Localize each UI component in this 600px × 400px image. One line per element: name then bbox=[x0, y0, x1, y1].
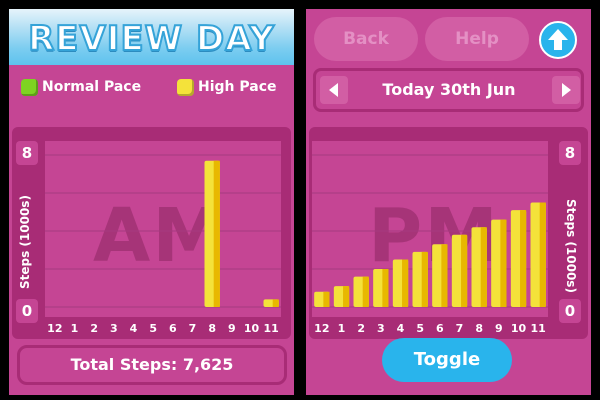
title-banner: REVIEW DAY bbox=[9, 9, 294, 65]
help-button[interactable]: Help bbox=[425, 17, 529, 61]
bar-12 bbox=[314, 291, 330, 307]
bar-shade bbox=[362, 276, 369, 307]
bar-shade bbox=[520, 210, 527, 307]
bar-10 bbox=[510, 210, 527, 307]
bar-shade bbox=[539, 202, 546, 307]
total-steps-panel: Total Steps: 7,625 bbox=[17, 345, 287, 385]
x-tick-label: 1 bbox=[70, 322, 79, 335]
legend-label: High Pace bbox=[198, 79, 277, 95]
x-tick-label: 4 bbox=[396, 322, 405, 335]
bar-shade bbox=[441, 244, 448, 307]
x-tick-label: 8 bbox=[208, 322, 216, 335]
bar-5 bbox=[412, 251, 428, 307]
bar-4 bbox=[392, 259, 409, 307]
bar-11 bbox=[263, 299, 279, 307]
bar-shade bbox=[343, 286, 350, 307]
x-tick-label: 11 bbox=[263, 322, 279, 335]
x-tick-label: 2 bbox=[90, 322, 98, 335]
review-day-screen: REVIEW DAY Normal Pace High Pace 8 0 Ste… bbox=[9, 9, 294, 395]
x-tick-label: 6 bbox=[169, 322, 177, 335]
bar-8 bbox=[204, 160, 220, 307]
bar-1 bbox=[333, 286, 350, 307]
normal-pace-swatch bbox=[21, 78, 38, 96]
bar-6 bbox=[432, 244, 448, 307]
bar-shade bbox=[461, 234, 468, 307]
plot-area: AM bbox=[45, 141, 281, 317]
x-tick-label: 10 bbox=[510, 322, 527, 335]
pm-chart-screen: Back Help Today 30th Jun 8 0 Steps (1000… bbox=[306, 9, 591, 395]
bars-layer bbox=[312, 154, 548, 308]
bar-shade bbox=[382, 269, 389, 307]
legend-label: Normal Pace bbox=[42, 79, 142, 95]
bar-shade bbox=[323, 291, 330, 307]
x-tick-label: 8 bbox=[475, 322, 483, 335]
x-tick-label: 4 bbox=[129, 322, 138, 335]
prev-day-button[interactable] bbox=[320, 76, 348, 104]
legend-high-pace: High Pace bbox=[177, 76, 277, 98]
y-tick-min: 0 bbox=[16, 299, 38, 323]
am-steps-chart: 8 0 Steps (1000s) AM 12 1 2 3 4 5 6 7 8 9 10 11 bbox=[12, 127, 291, 339]
next-day-button[interactable] bbox=[552, 76, 580, 104]
up-arrow-icon[interactable] bbox=[539, 21, 577, 59]
x-tick-label: 9 bbox=[228, 322, 236, 335]
y-tick-max: 8 bbox=[559, 141, 581, 165]
bar-shade bbox=[421, 251, 428, 307]
bar-shade bbox=[272, 299, 279, 307]
bar-shade bbox=[402, 259, 409, 307]
y-tick-min: 0 bbox=[559, 299, 581, 323]
bars-layer bbox=[45, 154, 281, 308]
x-tick-label: 12 bbox=[47, 322, 63, 335]
x-tick-label: 9 bbox=[495, 322, 503, 335]
back-button[interactable]: Back bbox=[314, 17, 418, 61]
bar-shade bbox=[213, 160, 220, 307]
bar-7 bbox=[451, 234, 468, 307]
date-selector: Today 30th Jun bbox=[313, 68, 584, 112]
bar-11 bbox=[530, 202, 546, 307]
date-label: Today 30th Jun bbox=[382, 80, 516, 99]
x-tick-label: 7 bbox=[455, 322, 464, 335]
x-tick-label: 2 bbox=[357, 322, 365, 335]
x-tick-label: 6 bbox=[436, 322, 444, 335]
bar-3 bbox=[373, 269, 389, 307]
x-tick-label: 3 bbox=[110, 322, 118, 335]
bar-9 bbox=[491, 219, 507, 307]
y-axis-label: Steps (1000s) bbox=[18, 195, 32, 289]
y-tick-max: 8 bbox=[16, 141, 38, 165]
chevron-left-icon bbox=[329, 83, 338, 97]
total-steps-text: Total Steps: 7,625 bbox=[70, 355, 234, 374]
legend-normal-pace: Normal Pace bbox=[21, 76, 141, 98]
x-tick-label: 3 bbox=[377, 322, 385, 335]
x-tick-label: 10 bbox=[243, 322, 260, 335]
bar-shade bbox=[500, 219, 507, 307]
y-axis-label: Steps (1000s) bbox=[564, 199, 578, 293]
high-pace-swatch bbox=[177, 78, 194, 96]
x-tick-label: 11 bbox=[530, 322, 546, 335]
page-title: REVIEW DAY bbox=[27, 18, 275, 60]
chevron-right-icon bbox=[562, 83, 571, 97]
bar-shade bbox=[480, 227, 487, 307]
bar-2 bbox=[353, 276, 369, 307]
x-tick-label: 7 bbox=[188, 322, 197, 335]
x-tick-label: 12 bbox=[314, 322, 330, 335]
toggle-button[interactable]: Toggle bbox=[382, 338, 512, 382]
x-tick-label: 5 bbox=[416, 322, 424, 335]
pm-steps-chart: 8 0 Steps (1000s) PM 12 1 2 3 4 5 6 7 8 9 10 11 bbox=[309, 127, 588, 339]
x-tick-label: 5 bbox=[149, 322, 157, 335]
plot-area: PM bbox=[312, 141, 548, 317]
bar-8 bbox=[471, 227, 487, 307]
x-tick-label: 1 bbox=[337, 322, 346, 335]
